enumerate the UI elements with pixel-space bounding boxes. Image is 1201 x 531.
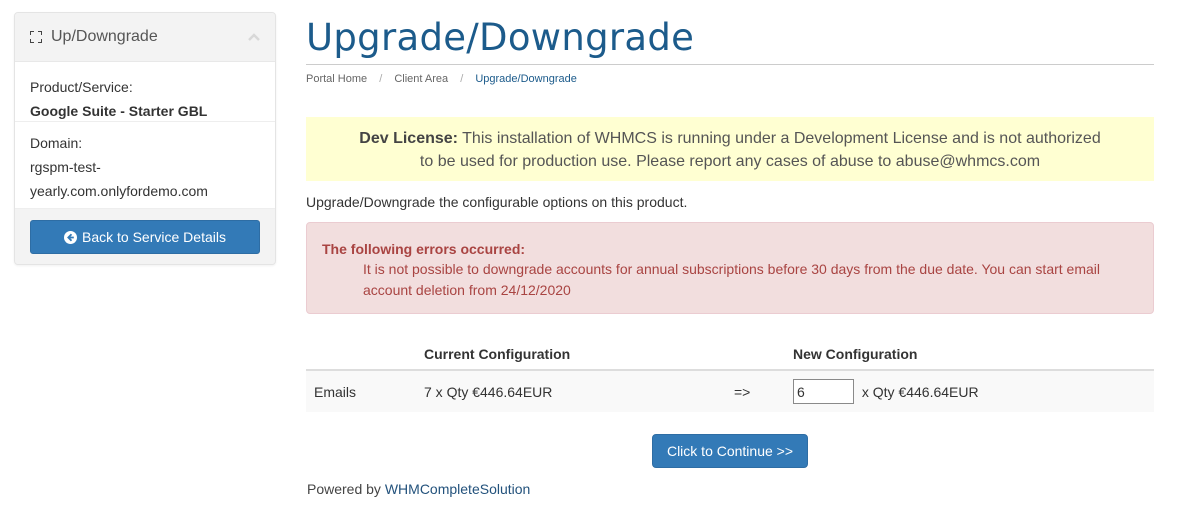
dev-license-label: Dev License: — [359, 130, 458, 147]
new-configuration-cell: x Qty €446.64EUR — [793, 370, 1154, 412]
chevron-up-icon[interactable] — [247, 29, 261, 41]
domain-value-line2: yearly.com.onlyfordemo.com — [30, 183, 208, 199]
panel-title: Up/Downgrade — [51, 28, 158, 45]
dev-license-alert: Dev License: This installation of WHMCS … — [306, 117, 1154, 181]
breadcrumb-separator: / — [379, 73, 383, 85]
back-to-service-details-button[interactable]: Back to Service Details — [30, 220, 260, 254]
breadcrumb-client-area[interactable]: Client Area — [394, 73, 448, 85]
error-title: The following errors occurred: — [322, 241, 526, 257]
header-option — [306, 338, 424, 371]
breadcrumb: Portal Home / Client Area / Upgrade/Down… — [306, 73, 577, 85]
new-quantity-input[interactable] — [793, 379, 854, 404]
product-value: Google Suite - Starter GBL — [30, 103, 208, 119]
domain-label: Domain: — [30, 135, 83, 151]
breadcrumb-portal-home[interactable]: Portal Home — [306, 73, 367, 85]
sidebar-panel: Up/Downgrade Product/Service: Google Sui… — [14, 12, 276, 265]
powered-by: Powered by WHMCompleteSolution — [307, 481, 530, 497]
breadcrumb-separator: / — [460, 73, 464, 85]
dev-license-message-line2: to be used for production use. Please re… — [419, 153, 1041, 170]
powered-by-prefix: Powered by — [307, 481, 381, 497]
panel-heading[interactable]: Up/Downgrade — [15, 13, 275, 62]
table-header-row: Current Configuration New Configuration — [306, 338, 1154, 371]
error-alert: The following errors occurred: It is not… — [306, 222, 1154, 314]
back-button-label: Back to Service Details — [82, 229, 226, 245]
option-name: Emails — [306, 370, 424, 412]
new-configuration-suffix: x Qty €446.64EUR — [861, 383, 979, 400]
breadcrumb-current: Upgrade/Downgrade — [475, 73, 577, 85]
page-title: Upgrade/Downgrade — [306, 16, 695, 59]
domain-value-line1: rgspm-test- — [30, 159, 101, 175]
powered-by-link[interactable]: WHMCompleteSolution — [385, 481, 531, 497]
panel-footer: Back to Service Details — [15, 209, 275, 264]
error-item: It is not possible to downgrade accounts… — [363, 261, 1101, 298]
header-arrow — [734, 338, 793, 371]
domain-section: Domain: rgspm-test- yearly.com.onlyforde… — [15, 122, 275, 209]
expand-icon — [30, 31, 42, 43]
header-current-configuration: Current Configuration — [424, 338, 734, 371]
intro-text: Upgrade/Downgrade the configurable optio… — [306, 194, 688, 210]
product-label: Product/Service: — [30, 79, 133, 95]
config-table: Current Configuration New Configuration … — [306, 338, 1154, 412]
header-divider — [306, 64, 1154, 65]
table-row: Emails 7 x Qty €446.64EUR => x Qty €446.… — [306, 370, 1154, 412]
dev-license-message-line1: This installation of WHMCS is running un… — [462, 130, 1101, 147]
header-new-configuration: New Configuration — [793, 338, 1154, 371]
error-list: It is not possible to downgrade accounts… — [322, 259, 1138, 301]
product-section: Product/Service: Google Suite - Starter … — [15, 62, 275, 122]
arrow-text: => — [734, 370, 793, 412]
current-configuration: 7 x Qty €446.64EUR — [424, 370, 734, 412]
continue-button[interactable]: Click to Continue >> — [652, 434, 808, 468]
arrow-circle-left-icon — [64, 230, 78, 244]
